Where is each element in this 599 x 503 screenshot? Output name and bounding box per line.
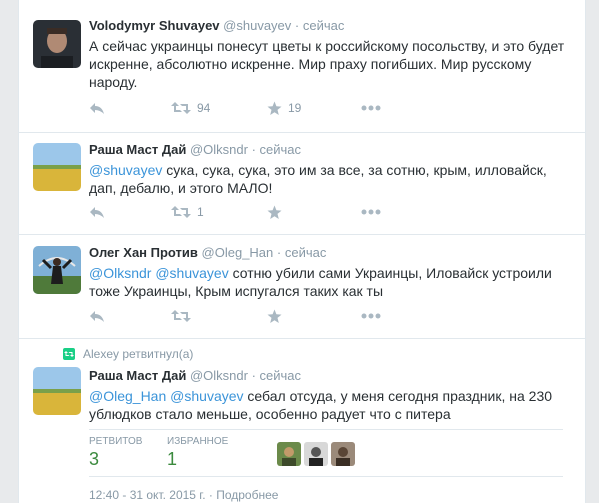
separator: · [251,368,256,383]
avatar[interactable] [33,143,81,191]
mention-link[interactable]: @Oleg_Han [89,388,166,404]
star-icon [267,205,282,219]
favorite-button[interactable]: 19 [267,101,339,116]
retweeted-by-note: Alexey ретвитнул(а) [63,347,193,361]
separator: · [276,245,282,260]
tweet-text: @Oleg_Han @shuvayev себал отсуда, у меня… [89,387,573,423]
reply-icon [90,103,104,114]
separator: · [294,18,300,33]
tweet-fullname[interactable]: Раша Маст Дай [89,142,186,157]
more-icon [361,105,381,111]
tweet-username[interactable]: @shuvayev [223,18,291,33]
user-face-avatar[interactable] [304,442,328,466]
tweet[interactable]: Олег Хан Против @Oleg_Han · сейчас @Olks… [19,235,585,339]
mention-link[interactable]: @shuvayev [155,265,228,281]
user-face-avatar[interactable] [331,442,355,466]
avatar[interactable] [33,246,81,294]
retweet-count: 1 [197,205,204,219]
reply-button[interactable] [89,205,149,219]
tweet-text: @Olksndr @shuvayev сотню убили сами Укра… [89,264,573,300]
avatar[interactable] [33,367,81,415]
tweet-text: А сейчас украинцы понесут цветы к россий… [89,38,565,90]
tweet-fullname[interactable]: Раша Маст Дай [89,368,186,383]
reply-button[interactable] [89,309,149,323]
user-face-avatar[interactable] [277,442,301,466]
retweet-icon [171,102,191,114]
tweet-text: @shuvayev сука, сука, сука, это им за вс… [89,161,573,197]
tweet-fullname[interactable]: Volodymyr Shuvayev [89,18,220,33]
retweet-icon [171,310,191,322]
star-icon [267,309,282,323]
retweets-stat[interactable]: РЕТВИТОВ 3 [89,436,142,470]
timeline: Volodymyr Shuvayev @shuvayev · сейчас А … [18,0,586,503]
reply-icon [90,311,104,322]
separator: · [251,142,256,157]
favorite-button[interactable] [267,309,339,324]
more-icon [361,209,381,215]
tweet-username[interactable]: @Olksndr [190,142,248,157]
retweets-label: РЕТВИТОВ [89,436,143,447]
reply-button[interactable] [89,101,149,115]
tweet-stats: РЕТВИТОВ 3 ИЗБРАННОЕ 1 [89,429,563,477]
tweet-time[interactable]: сейчас [285,245,327,260]
avatar[interactable] [33,20,81,68]
favorite-button[interactable] [267,205,339,220]
more-icon [361,313,381,319]
retweet-button[interactable]: 94 [171,101,245,115]
tweet-username[interactable]: @Olksndr [190,368,248,383]
favorites-value: 1 [167,449,178,469]
more-button[interactable] [361,313,381,319]
tweet[interactable]: Volodymyr Shuvayev @shuvayev · сейчас А … [19,0,585,133]
retweet-badge-icon [63,348,75,360]
reply-icon [90,207,104,218]
more-button[interactable] [361,209,381,215]
tweet-expanded[interactable]: Alexey ретвитнул(а) Раша Маст Дай @Olksn… [19,339,585,503]
tweet-username[interactable]: @Oleg_Han [202,245,274,260]
mention-link[interactable]: @shuvayev [89,162,162,178]
retweet-count: 94 [197,101,211,115]
tweet-time[interactable]: сейчас [303,18,345,33]
tweet-timestamp[interactable]: 12:40 - 31 окт. 2015 г. · Подробнее [89,488,278,502]
mention-link[interactable]: @Olksndr [89,265,151,281]
mention-link[interactable]: @shuvayev [170,388,243,404]
favorites-stat[interactable]: ИЗБРАННОЕ 1 [167,436,228,470]
favorite-count: 19 [288,101,302,115]
engaged-users [277,442,358,466]
retweets-value: 3 [89,449,100,469]
favorites-label: ИЗБРАННОЕ [167,436,229,447]
retweet-button[interactable] [171,309,245,323]
retweet-button[interactable]: 1 [171,205,245,219]
tweet-time[interactable]: сейчас [260,368,302,383]
tweet[interactable]: Раша Маст Дай @Olksndr · сейчас @shuvaye… [19,133,585,235]
star-icon [267,101,282,115]
retweeted-by-text[interactable]: Alexey ретвитнул(а) [83,347,193,361]
tweet-time[interactable]: сейчас [260,142,302,157]
retweet-icon [171,206,191,218]
tweet-fullname[interactable]: Олег Хан Против [89,245,198,260]
more-button[interactable] [361,105,381,111]
